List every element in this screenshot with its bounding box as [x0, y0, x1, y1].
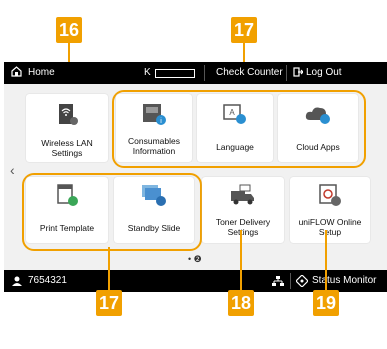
language-icon: A [223, 104, 246, 124]
callout-17-bottom-leader [108, 247, 110, 292]
language-button[interactable]: A Language [197, 94, 273, 162]
language-label: Language [216, 142, 254, 152]
toner-label: K [144, 67, 151, 78]
home-panel: ‹ Wireless LAN Settings i Consumables In… [4, 84, 387, 270]
user-id-label: 7654321 [28, 275, 67, 286]
consumables-icon: i [143, 104, 166, 125]
callout-17-bottom: 17 [96, 290, 122, 316]
home-icon[interactable] [11, 66, 22, 77]
cloud-apps-button[interactable]: Cloud Apps [278, 94, 358, 162]
print-template-button[interactable]: Print Template [26, 177, 108, 243]
uniflow-online-setup-label: uniFLOW Online Setup [298, 217, 362, 237]
status-monitor-button[interactable]: Status Monitor [312, 275, 376, 286]
standby-slide-icon [142, 185, 166, 206]
uniflow-online-setup-button[interactable]: uniFLOW Online Setup [290, 177, 370, 243]
scroll-left-arrow-icon[interactable]: ‹ [10, 162, 15, 178]
bottom-bar: 7654321 Status Monitor [4, 270, 387, 292]
log-out-button[interactable]: Log Out [306, 67, 342, 78]
callout-16: 16 [56, 17, 82, 43]
callout-18: 18 [228, 290, 254, 316]
print-template-icon [57, 184, 78, 206]
cloud-apps-label: Cloud Apps [296, 142, 340, 152]
print-template-label: Print Template [39, 223, 95, 233]
wireless-lan-settings-button[interactable]: Wireless LAN Settings [26, 94, 108, 162]
check-counter-button[interactable]: Check Counter [216, 67, 283, 78]
top-bar: Home K Check Counter Log Out [4, 62, 387, 84]
device-screen: Home K Check Counter Log Out ‹ Wireless … [4, 62, 387, 292]
bottombar-divider [290, 273, 291, 289]
cloud-icon [305, 107, 330, 124]
page-indicator: • ❷ [188, 254, 202, 264]
topbar-divider [204, 65, 205, 81]
network-icon [272, 276, 284, 286]
wireless-lan-settings-label: Wireless LAN Settings [41, 138, 93, 158]
callout-19: 19 [313, 290, 339, 316]
wireless-lan-icon [59, 104, 78, 125]
toner-delivery-settings-button[interactable]: Toner Delivery Settings [202, 177, 284, 243]
toner-level-bar [155, 69, 195, 78]
home-label[interactable]: Home [28, 67, 55, 78]
consumables-information-label: Consumables Information [128, 136, 180, 156]
callout-19-leader [325, 230, 327, 292]
standby-slide-label: Standby Slide [127, 223, 181, 233]
consumables-information-button[interactable]: i Consumables Information [116, 94, 192, 162]
log-out-icon[interactable] [293, 67, 303, 77]
callout-17-top: 17 [231, 17, 257, 43]
topbar-divider [286, 65, 287, 81]
standby-slide-button[interactable]: Standby Slide [114, 177, 194, 243]
callout-18-leader [240, 230, 242, 292]
toner-delivery-settings-label: Toner Delivery Settings [215, 217, 271, 237]
toner-delivery-icon [231, 184, 254, 205]
user-icon [12, 276, 22, 286]
uniflow-icon [319, 184, 341, 206]
status-monitor-icon[interactable] [296, 275, 308, 287]
svg-text:A: A [229, 108, 235, 117]
